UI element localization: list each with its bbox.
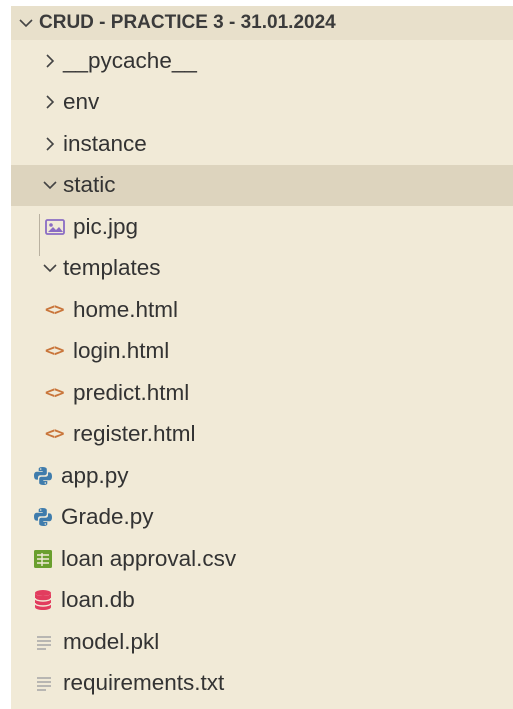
indent-guide (39, 214, 40, 256)
tree-item-label: Grade.py (61, 504, 154, 530)
text-file-icon (35, 674, 63, 692)
tree-folder-static[interactable]: static (11, 164, 513, 206)
database-file-icon (33, 589, 61, 611)
image-file-icon (45, 218, 73, 236)
tree-file-app-py[interactable]: app.py (11, 455, 513, 497)
chevron-right-icon[interactable] (37, 95, 63, 109)
tree-file-login-html[interactable]: <> login.html (11, 331, 513, 373)
tree-item-label: requirements.txt (63, 670, 225, 696)
tree-item-label: home.html (73, 296, 179, 322)
csv-file-icon (33, 549, 61, 569)
tree-folder-env[interactable]: env (11, 82, 513, 124)
tree-item-label: pic.jpg (73, 213, 139, 239)
tree-item-label: __pycache__ (63, 47, 197, 73)
tree-item-label: templates (63, 255, 161, 281)
explorer-root-title: CRUD - PRACTICE 3 - 31.01.2024 (39, 12, 336, 33)
html-file-icon: <> (45, 341, 64, 362)
tree-file-pic-jpg[interactable]: pic.jpg (11, 206, 513, 248)
chevron-right-icon[interactable] (37, 137, 63, 151)
text-file-icon (35, 633, 63, 651)
tree-file-requirements-txt[interactable]: requirements.txt (11, 663, 513, 705)
explorer-root-header[interactable]: CRUD - PRACTICE 3 - 31.01.2024 (11, 6, 513, 40)
python-file-icon (33, 466, 61, 486)
html-file-icon: <> (45, 299, 64, 320)
tree-file-model-pkl[interactable]: model.pkl (11, 621, 513, 663)
python-file-icon (33, 507, 61, 527)
tree-item-label: register.html (73, 421, 196, 447)
tree-item-label: loan approval.csv (61, 545, 237, 571)
tree-item-label: login.html (73, 338, 170, 364)
tree-file-home-html[interactable]: <> home.html (11, 289, 513, 331)
tree-item-label: instance (63, 130, 147, 156)
tree-folder-instance[interactable]: instance (11, 123, 513, 165)
tree-folder-pycache[interactable]: __pycache__ (11, 40, 513, 82)
tree-file-loan-db[interactable]: loan.db (11, 580, 513, 622)
tree-file-grade-py[interactable]: Grade.py (11, 497, 513, 539)
chevron-right-icon[interactable] (37, 54, 63, 68)
tree-folder-templates[interactable]: templates (11, 248, 513, 290)
html-file-icon: <> (45, 424, 64, 445)
tree-file-loan-approval-csv[interactable]: loan approval.csv (11, 538, 513, 580)
tree-item-label: loan.db (61, 587, 135, 613)
tree-item-label: model.pkl (63, 628, 160, 654)
tree-item-label: predict.html (73, 379, 190, 405)
file-explorer: CRUD - PRACTICE 3 - 31.01.2024 __pycache… (11, 6, 513, 709)
tree-file-predict-html[interactable]: <> predict.html (11, 372, 513, 414)
tree-item-label: app.py (61, 462, 129, 488)
chevron-down-icon[interactable] (37, 180, 63, 190)
tree-file-register-html[interactable]: <> register.html (11, 414, 513, 456)
chevron-down-icon[interactable] (13, 18, 39, 28)
chevron-down-icon[interactable] (37, 263, 63, 273)
html-file-icon: <> (45, 382, 64, 403)
tree-item-label: env (63, 89, 100, 115)
tree-item-label: static (63, 172, 116, 198)
